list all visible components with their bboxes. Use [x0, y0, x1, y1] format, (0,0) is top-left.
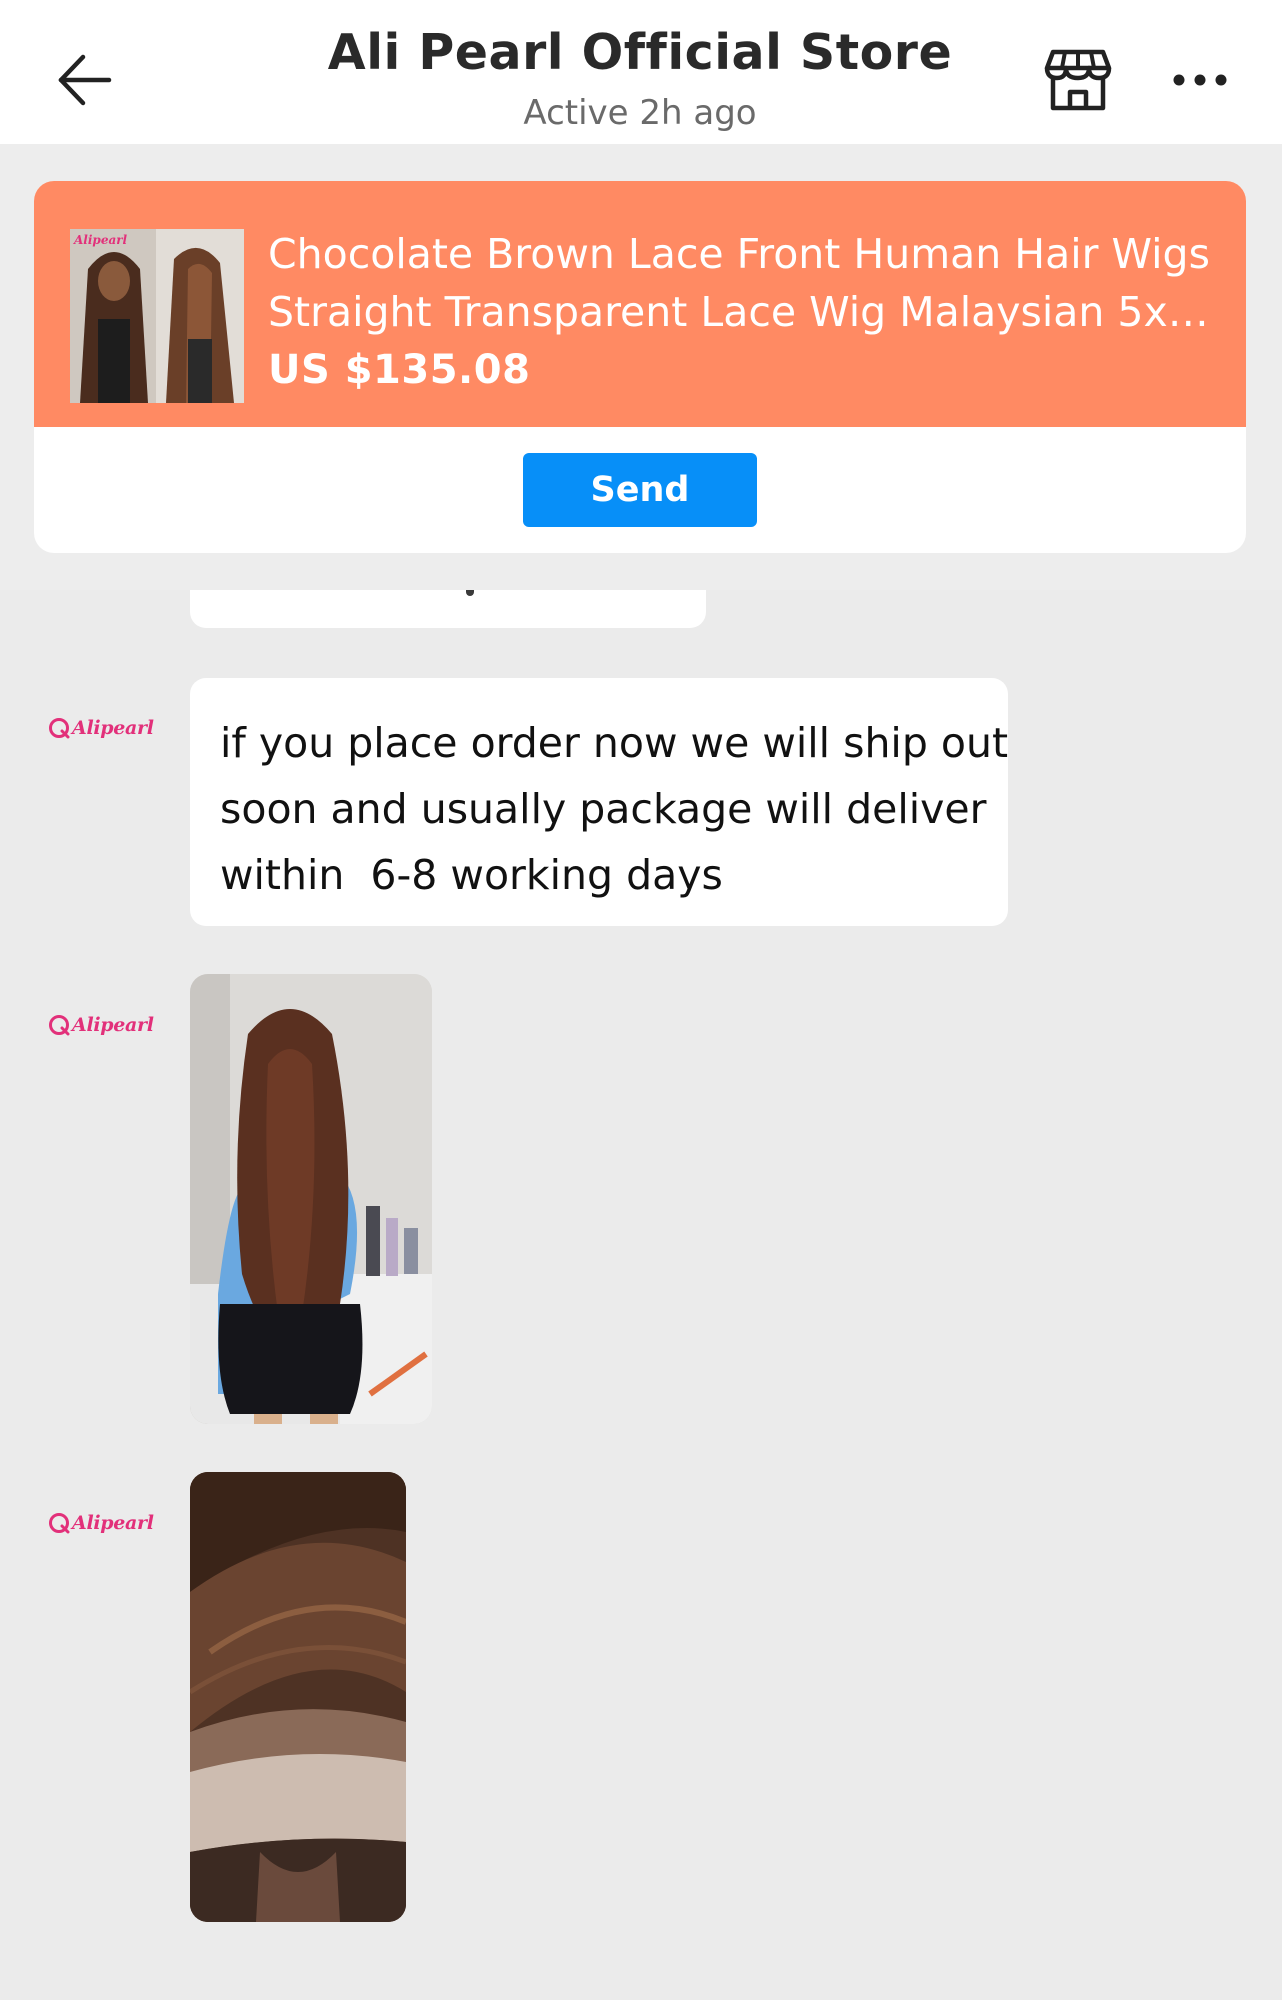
store-button[interactable] [1036, 40, 1120, 120]
seller-avatar[interactable]: Alipearl [48, 1010, 154, 1040]
seller-avatar[interactable]: Alipearl [48, 1508, 154, 1538]
alipearl-logo-icon [49, 1015, 70, 1036]
message-bubble[interactable]: if you place order now we will ship out … [190, 678, 1008, 926]
thumbnail-brand-logo: Alipearl [74, 233, 128, 247]
product-title: Chocolate Brown Lace Front Human Hair Wi… [268, 225, 1218, 341]
more-horizontal-icon [1173, 74, 1227, 86]
seller-logo-text: Alipearl [72, 1014, 154, 1036]
previous-message-bubble [190, 590, 706, 628]
alipearl-logo-icon [49, 1513, 70, 1534]
product-thumbnail: Alipearl [70, 229, 244, 403]
product-info-banner[interactable]: Alipearl Chocolate Brown Lace Front Huma… [34, 181, 1246, 427]
arrow-left-icon [58, 54, 112, 106]
message-line: if you place order now we will ship out [220, 719, 1009, 767]
lace-closeup-photo-icon [190, 1472, 406, 1922]
message-line: within 6-8 working days [220, 851, 723, 899]
message-line: soon and usually package will deliver [220, 785, 987, 833]
storefront-icon [1044, 49, 1112, 111]
back-button[interactable] [48, 44, 120, 116]
image-message-wig-back[interactable] [190, 974, 432, 1424]
chat-header: Ali Pearl Official Store Active 2h ago [0, 0, 1282, 144]
product-price: US $135.08 [268, 347, 531, 393]
seller-avatar[interactable]: Alipearl [48, 713, 154, 743]
product-title-line-1: Chocolate Brown Lace Front Human Hair Wi… [268, 230, 1210, 278]
cut-off-text-fragment [466, 590, 474, 596]
send-product-button[interactable]: Send [523, 453, 757, 527]
seller-logo-text: Alipearl [72, 1512, 154, 1534]
seller-logo-text: Alipearl [72, 717, 154, 739]
more-options-button[interactable] [1164, 50, 1236, 110]
active-status: Active 2h ago [523, 93, 757, 133]
wig-back-photo-icon [190, 974, 432, 1424]
store-name: Ali Pearl Official Store [327, 24, 953, 81]
wig-photo-icon [70, 229, 244, 403]
alipearl-logo-icon [49, 718, 70, 739]
product-title-line-2: Straight Transparent Lace Wig Malaysian … [268, 288, 1218, 336]
image-message-lace-closeup[interactable] [190, 1472, 406, 1922]
